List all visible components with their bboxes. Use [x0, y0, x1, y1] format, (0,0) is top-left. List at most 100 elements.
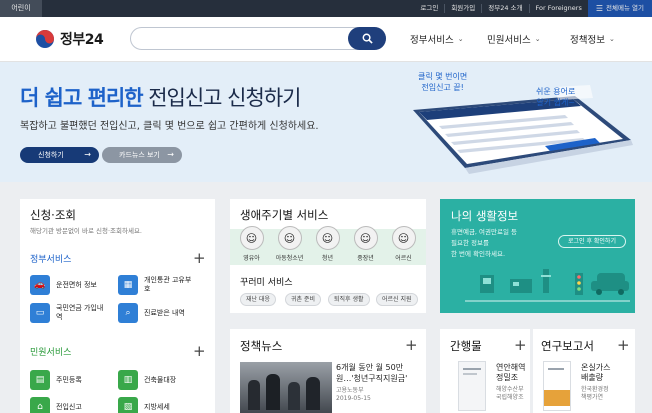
research-reports-card: 연구보고서 + 온실가스 배출량 한국환경정 책평가연 [533, 329, 635, 413]
gov-services-more-button[interactable]: + [193, 251, 206, 266]
about-link[interactable]: 정부24 소개 [481, 4, 528, 13]
svc-customs-code-label: 개인통관 고유부호 [144, 276, 192, 293]
bundle-chip-senior[interactable]: 어르신 지원 [376, 293, 418, 306]
research-reports-title: 연구보고서 [541, 339, 594, 353]
life-stage-youth[interactable]: ☺ 아동청소년 [271, 226, 308, 262]
bundle-services-title: 꾸러미 서비스 [240, 278, 293, 288]
apply-button[interactable]: 신청하기 → [20, 147, 99, 163]
life-stage-senior[interactable]: ☺ 어르신 [385, 226, 422, 262]
search-icon [362, 33, 373, 44]
top-utility-bar: 어린이 로그인 회원가입 정부24 소개 For Foreigners ☰ 전체… [0, 0, 652, 17]
pension-card-icon: ▭ [30, 303, 50, 323]
policy-news-card: 정책뉴스 + 6개월 동안 월 50만 원…'청년구직지원금' 고용노동부 20… [230, 329, 426, 413]
publication-cover-image[interactable] [458, 361, 486, 411]
nav-policy-info[interactable]: 정책정보 ⌄ [570, 32, 615, 46]
svc-building-register-label: 건축물대장 [144, 375, 177, 384]
middle-age-icon: ☺ [353, 226, 378, 250]
cardnews-button-label: 카드뉴스 보기 [119, 151, 160, 159]
svc-move-in-report[interactable]: ⌂ 전입신고 [30, 397, 82, 413]
publications-card: 간행물 + 연안해역 정밀조 해양수산부 국립해양조 [440, 329, 530, 413]
hero-callout-easy: 쉬운 용어로 알기 쉽게~ [536, 86, 575, 108]
arrow-right-icon: → [167, 150, 174, 159]
nav-policy-info-label: 정책정보 [570, 35, 605, 46]
news-headline[interactable]: 6개월 동안 월 50만 원…'청년구직지원금' [336, 362, 407, 384]
login-check-button[interactable]: 로그인 후 확인하기 [558, 235, 626, 248]
all-menu-label: 전체메뉴 열기 [606, 4, 644, 12]
hero-callout-click-line2: 전입신고 끝! [421, 83, 464, 92]
publications-title: 간행물 [450, 339, 482, 353]
svc-local-tax[interactable]: ▧ 지방세세 [118, 397, 170, 413]
svc-resident-registration[interactable]: ▤ 주민등록 [30, 370, 82, 390]
chevron-down-icon: ⌄ [457, 35, 464, 43]
publication-title-line1: 연안해역 [496, 363, 526, 372]
bundle-chip-retirement[interactable]: 퇴직후 생활 [328, 293, 370, 306]
apply-button-label: 신청하기 [38, 151, 64, 159]
apply-lookup-card: 신청·조회 해당기관 방문없이 바로 신청·조회하세요. 정부서비스 + 🚗 운… [20, 199, 215, 413]
foreigners-link[interactable]: For Foreigners [528, 4, 588, 13]
medical-search-icon: ⌕ [118, 303, 138, 323]
publications-more-button[interactable]: + [514, 338, 527, 353]
svc-pension[interactable]: ▭ 국민연금 가입내역 [30, 303, 104, 323]
child-icon: ☺ [277, 226, 302, 250]
life-info-illustration [465, 269, 630, 302]
my-life-info-desc-line1: 휴면예금, 여권만료일 등 [451, 228, 517, 236]
svc-building-register[interactable]: ▥ 건축물대장 [118, 370, 176, 390]
chevron-down-icon: ⌄ [608, 35, 615, 43]
my-life-info-desc-line3: 한 번에 확인하세요. [451, 250, 506, 258]
car-icon: 🚗 [30, 275, 50, 295]
nav-gov-services-label: 정부서비스 [410, 35, 454, 46]
svc-driver-license[interactable]: 🚗 운전면허 정보 [30, 275, 97, 295]
id-card-icon: ▦ [118, 275, 138, 295]
search-input[interactable] [130, 27, 386, 50]
all-menu-button[interactable]: ☰ 전체메뉴 열기 [587, 0, 652, 17]
search-button[interactable] [348, 27, 386, 50]
nav-gov-services[interactable]: 정부서비스 ⌄ [410, 32, 464, 46]
report-title[interactable]: 온실가스 배출량 [581, 363, 610, 383]
my-life-info-title: 나의 생활정보 [451, 209, 519, 223]
news-thumbnail-image[interactable] [240, 362, 332, 413]
life-stage-infant[interactable]: ☺ 영유아 [233, 226, 270, 262]
publication-title[interactable]: 연안해역 정밀조 [496, 363, 525, 383]
tax-document-icon: ▧ [118, 397, 138, 413]
logo[interactable]: 정부24 [35, 29, 104, 49]
nav-civil-services-label: 민원서비스 [487, 35, 531, 46]
report-cover-image[interactable] [543, 361, 571, 411]
building-icon: ▥ [118, 370, 138, 390]
svc-medical-history[interactable]: ⌕ 진료받은 내역 [118, 303, 185, 323]
hero-callout-easy-line2: 알기 쉽게~ [536, 98, 576, 107]
policy-news-more-button[interactable]: + [405, 338, 418, 353]
taegeuk-logo-icon [36, 30, 54, 48]
hero-callout-click: 클릭 몇 번이면 전입신고 끝! [418, 71, 467, 93]
svc-customs-code[interactable]: ▦ 개인통관 고유부호 [118, 275, 196, 295]
civil-services-heading[interactable]: 민원서비스 [30, 345, 71, 358]
senior-icon: ☺ [391, 226, 416, 250]
my-life-info-desc-line2: 필요한 정보를 [451, 239, 489, 247]
hero-title-emphasis: 더 쉽고 편리한 [20, 86, 144, 110]
home-icon: ⌂ [30, 397, 50, 413]
life-stage-middle-age[interactable]: ☺ 중장년 [347, 226, 384, 262]
bundle-chip-disaster[interactable]: 재난 대응 [240, 293, 276, 306]
top-links: 로그인 회원가입 정부24 소개 For Foreigners ☰ 전체메뉴 열… [414, 0, 652, 17]
life-stage-youth-label: 아동청소년 [275, 255, 304, 262]
research-reports-more-button[interactable]: + [617, 338, 630, 353]
news-meta: 고용노동부 2019-05-15 [336, 387, 371, 403]
publication-title-line2: 정밀조 [496, 373, 519, 382]
young-adult-icon: ☺ [315, 226, 340, 250]
svc-driver-license-label: 운전면허 정보 [56, 280, 97, 289]
login-link[interactable]: 로그인 [414, 4, 444, 13]
civil-services-more-button[interactable]: + [193, 344, 206, 359]
hero-banner: 더 쉽고 편리한 전입신고 신청하기 복잡하고 불편했던 전입신고, 클릭 몇 … [0, 62, 652, 182]
gov-services-heading[interactable]: 정부서비스 [30, 252, 71, 265]
document-icon: ▤ [30, 370, 50, 390]
kids-site-link[interactable]: 어린이 [0, 0, 42, 17]
news-headline-line1: 6개월 동안 월 50만 [336, 363, 404, 372]
nav-civil-services[interactable]: 민원서비스 ⌄ [487, 32, 541, 46]
bundle-chip-rural[interactable]: 귀촌 준비 [285, 293, 321, 306]
signup-link[interactable]: 회원가입 [444, 4, 481, 13]
baby-icon: ☺ [239, 226, 264, 250]
report-title-line2: 배출량 [581, 373, 604, 382]
hero-title-rest: 전입신고 신청하기 [142, 86, 301, 110]
cardnews-button[interactable]: 카드뉴스 보기 → [102, 147, 182, 163]
life-stage-young-adult[interactable]: ☺ 청년 [309, 226, 346, 262]
lifecycle-services-card: 생애주기별 서비스 ☺ 영유아 ☺ 아동청소년 ☺ 청년 ☺ 중장년 ☺ 어르신… [230, 199, 426, 313]
